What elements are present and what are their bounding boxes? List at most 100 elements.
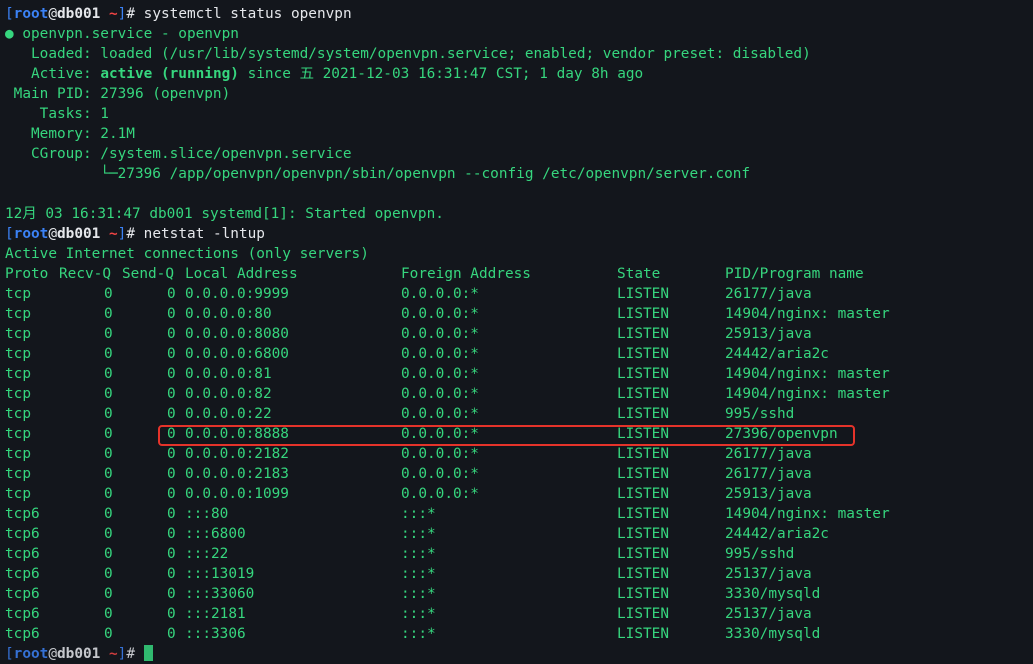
table-row: tcp 0 0 0.0.0.0:2182 0.0.0.0:* LISTEN 26177/ja… (5, 444, 1029, 464)
cell-sendq: 0 (167, 506, 176, 522)
cell-pid-program: 14904/nginx: master (725, 366, 890, 382)
table-row: tcp 0 0 0.0.0.0:8080 0.0.0.0:* LISTEN 25913/ja… (5, 324, 1029, 344)
cell-pid-program: 24442/aria2c (725, 526, 829, 542)
service-tasks: Tasks: 1 (5, 106, 109, 122)
cell-pid-program: 26177/java (725, 466, 812, 482)
cell-recvq: 0 (104, 606, 113, 622)
prompt-path: ~ (109, 6, 118, 22)
service-cgroup: CGroup: /system.slice/openvpn.service (5, 146, 352, 162)
cell-state: LISTEN (617, 626, 669, 642)
cell-state: LISTEN (617, 286, 669, 302)
cell-sendq: 0 (167, 346, 176, 362)
cell-proto: tcp (5, 486, 31, 502)
terminal-output[interactable]: [root@db001 ~]# systemctl status openvpn… (5, 4, 1029, 664)
cell-foreign-address: 0.0.0.0:* (401, 286, 479, 302)
cell-sendq: 0 (167, 606, 176, 622)
cell-recvq: 0 (104, 326, 113, 342)
cell-sendq: 0 (167, 486, 176, 502)
cell-local-address: :::13019 (185, 566, 255, 582)
cell-local-address: 0.0.0.0:8080 (185, 326, 289, 342)
cell-recvq: 0 (104, 386, 113, 402)
cell-sendq: 0 (167, 366, 176, 382)
service-memory: Memory: 2.1M (5, 126, 135, 142)
cell-state: LISTEN (617, 486, 669, 502)
cell-recvq: 0 (104, 446, 113, 462)
prompt-host: db001 (57, 6, 101, 22)
cell-pid-program: 25913/java (725, 326, 812, 342)
cell-sendq: 0 (167, 406, 176, 422)
service-cgroup-process: └─27396 /app/openvpn/openvpn/sbin/openvp… (5, 166, 751, 182)
prompt-open-bracket: [ (5, 6, 14, 22)
cell-state: LISTEN (617, 566, 669, 582)
netstat-heading: Active Internet connections (only server… (5, 246, 369, 262)
service-active: Active: active (running) since 五 2021-12… (5, 64, 1029, 84)
service-loaded: Loaded: loaded (/usr/lib/systemd/system/… (5, 46, 811, 62)
command-netstat: netstat -lntup (143, 226, 265, 242)
cell-proto: tcp (5, 346, 31, 362)
cell-proto: tcp6 (5, 546, 40, 562)
cell-sendq: 0 (167, 466, 176, 482)
cell-foreign-address: 0.0.0.0:* (401, 326, 479, 342)
prompt-path: ~ (109, 226, 118, 242)
table-row: tcp 0 0 0.0.0.0:82 0.0.0.0:* LISTEN 14904/ngin… (5, 384, 1029, 404)
service-main-pid: Main PID: 27396 (openvpn) (5, 86, 231, 102)
cell-local-address: 0.0.0.0:82 (185, 386, 272, 402)
cell-state: LISTEN (617, 606, 669, 622)
cell-state: LISTEN (617, 506, 669, 522)
cell-pid-program: 14904/nginx: master (725, 506, 890, 522)
cell-recvq: 0 (104, 486, 113, 502)
table-row: tcp6 0 0:::80:::* LISTEN 14904/nginx: master (5, 504, 1029, 524)
prompt-open-bracket: [ (5, 226, 14, 242)
cell-proto: tcp (5, 446, 31, 462)
prompt-user: root (13, 6, 49, 22)
cell-recvq: 0 (104, 626, 113, 642)
cell-proto: tcp6 (5, 506, 40, 522)
cell-sendq: 0 (167, 326, 176, 342)
text-cursor[interactable] (143, 645, 153, 661)
cell-proto: tcp6 (5, 626, 40, 642)
cell-pid-program: 25913/java (725, 486, 812, 502)
cell-local-address: 0.0.0.0:2183 (185, 466, 289, 482)
cell-recvq: 0 (104, 406, 113, 422)
cell-local-address: :::33060 (185, 586, 255, 602)
cell-proto: tcp (5, 426, 31, 442)
cell-proto: tcp6 (5, 526, 40, 542)
cell-recvq: 0 (104, 506, 113, 522)
cell-sendq: 0 (167, 446, 176, 462)
table-row: tcp 0 0 0.0.0.0:2183 0.0.0.0:* LISTEN 26177/ja… (5, 464, 1029, 484)
prompt-hash: # (126, 6, 144, 22)
cell-pid-program: 25137/java (725, 606, 812, 622)
table-row: tcp 0 0 0.0.0.0:6800 0.0.0.0:* LISTEN 24442/ar… (5, 344, 1029, 364)
cell-state: LISTEN (617, 526, 669, 542)
cell-proto: tcp (5, 466, 31, 482)
cell-pid-program: 24442/aria2c (725, 346, 829, 362)
cell-pid-program: 995/sshd (725, 406, 795, 422)
table-row: tcp 0 0 0.0.0.0:81 0.0.0.0:* LISTEN 14904/ngin… (5, 364, 1029, 384)
cell-sendq: 0 (167, 386, 176, 402)
cell-local-address: 0.0.0.0:6800 (185, 346, 289, 362)
cell-foreign-address: 0.0.0.0:* (401, 306, 479, 322)
cell-state: LISTEN (617, 366, 669, 382)
cell-proto: tcp (5, 306, 31, 322)
cell-recvq: 0 (104, 426, 113, 442)
cell-recvq: 0 (104, 366, 113, 382)
cell-foreign-address: :::* (401, 626, 436, 642)
cell-pid-program: 995/sshd (725, 546, 795, 562)
cell-state: LISTEN (617, 326, 669, 342)
prompt-line-1: [root@db001 ~]# systemctl status openvpn (5, 4, 1029, 24)
cell-foreign-address: :::* (401, 566, 436, 582)
cell-recvq: 0 (104, 286, 113, 302)
cell-local-address: 0.0.0.0:2182 (185, 446, 289, 462)
header-state: State (617, 266, 661, 282)
cell-local-address: 0.0.0.0:9999 (185, 286, 289, 302)
prompt-user: root (13, 646, 49, 662)
table-row: tcp 0 0 0.0.0.0:1099 0.0.0.0:* LISTEN 25913/ja… (5, 484, 1029, 504)
cell-pid-program: 25137/java (725, 566, 812, 582)
prompt-at: @ (48, 646, 57, 662)
command-systemctl: systemctl status openvpn (143, 6, 352, 22)
prompt-host: db001 (57, 646, 101, 662)
prompt-at: @ (48, 6, 57, 22)
